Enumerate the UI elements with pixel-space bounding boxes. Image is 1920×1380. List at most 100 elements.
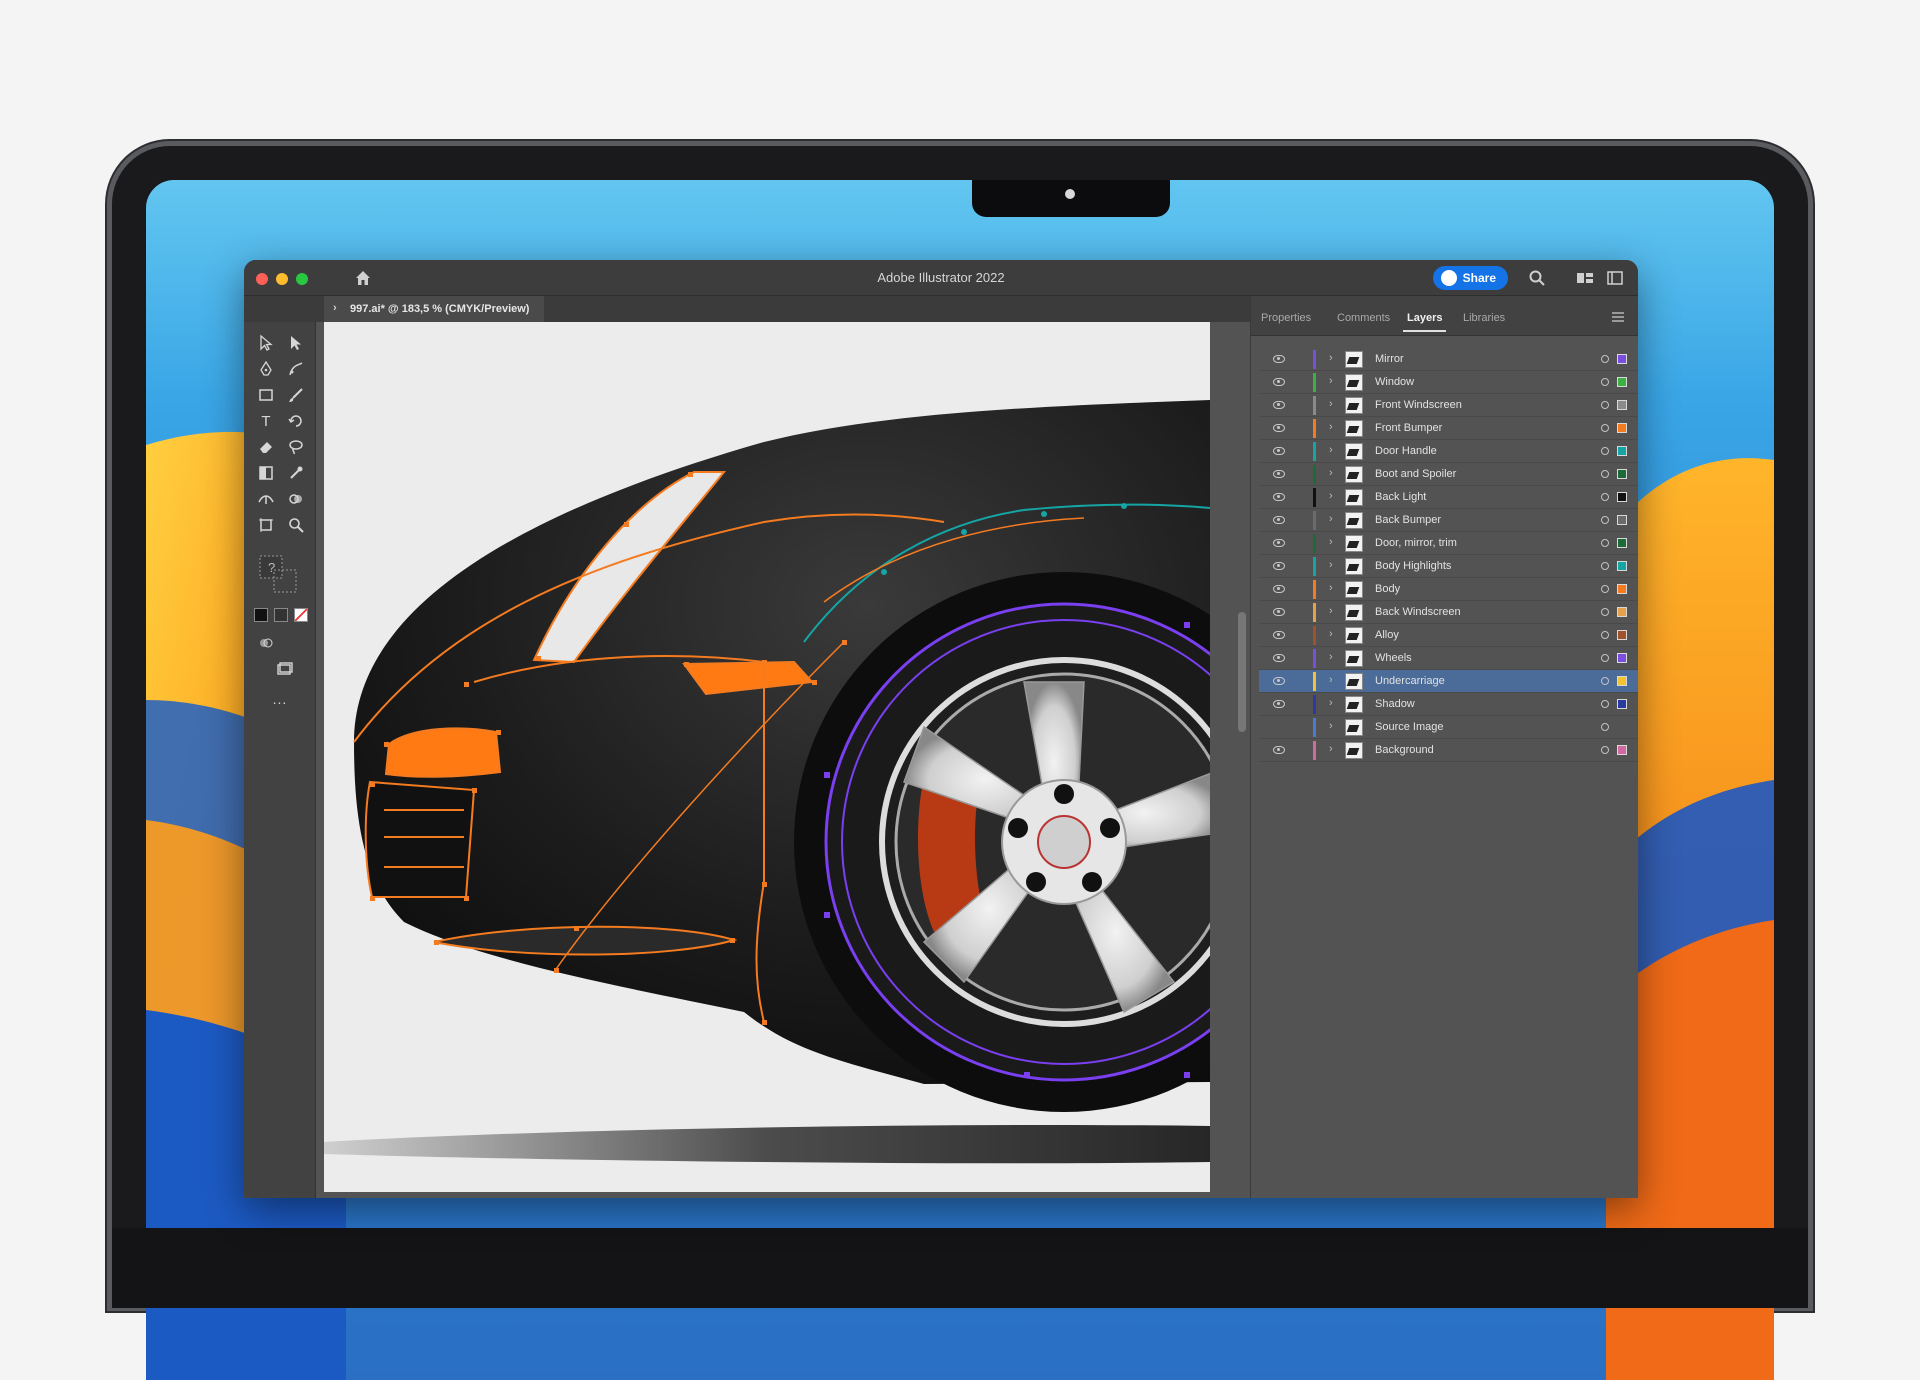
curvature-tool-icon[interactable] [284, 358, 308, 380]
tab-properties[interactable]: Properties [1261, 312, 1311, 324]
visibility-eye-icon[interactable] [1273, 447, 1285, 455]
expand-chevron-icon[interactable]: › [1329, 605, 1333, 617]
car-illustration[interactable] [324, 322, 1210, 1192]
layer-target-icon[interactable] [1601, 654, 1609, 662]
draw-mode-icon[interactable] [254, 632, 278, 654]
expand-chevron-icon[interactable]: › [1329, 674, 1333, 686]
expand-chevron-icon[interactable]: › [1329, 628, 1333, 640]
expand-chevron-icon[interactable]: › [1329, 720, 1333, 732]
layer-selection-swatch[interactable] [1617, 561, 1627, 571]
layer-target-icon[interactable] [1601, 539, 1609, 547]
expand-chevron-icon[interactable]: › [1329, 444, 1333, 456]
layer-target-icon[interactable] [1601, 677, 1609, 685]
layer-selection-swatch[interactable] [1617, 630, 1627, 640]
arrange-documents-icon[interactable] [1576, 269, 1594, 287]
layer-target-icon[interactable] [1601, 723, 1609, 731]
layer-row[interactable]: › Body [1259, 578, 1638, 601]
layer-selection-swatch[interactable] [1617, 354, 1627, 364]
color-mode-swatch[interactable] [254, 608, 268, 622]
fill-stroke-icon[interactable]: ? [256, 552, 300, 596]
layer-row[interactable]: › Alloy [1259, 624, 1638, 647]
layer-name[interactable]: Shadow [1375, 698, 1415, 710]
layer-name[interactable]: Wheels [1375, 652, 1412, 664]
shape-builder-tool-icon[interactable] [284, 488, 308, 510]
layer-selection-swatch[interactable] [1617, 492, 1627, 502]
layer-row[interactable]: › Wheels [1259, 647, 1638, 670]
layer-selection-swatch[interactable] [1617, 653, 1627, 663]
layer-name[interactable]: Front Bumper [1375, 422, 1442, 434]
tab-libraries[interactable]: Libraries [1463, 312, 1505, 324]
layer-selection-swatch[interactable] [1617, 699, 1627, 709]
layer-row[interactable]: › Back Windscreen [1259, 601, 1638, 624]
layer-target-icon[interactable] [1601, 493, 1609, 501]
expand-chevron-icon[interactable]: › [1329, 467, 1333, 479]
layer-row[interactable]: › Shadow [1259, 693, 1638, 716]
layer-name[interactable]: Source Image [1375, 721, 1443, 733]
layer-target-icon[interactable] [1601, 700, 1609, 708]
artboard[interactable] [324, 322, 1210, 1192]
none-mode-swatch[interactable] [294, 608, 308, 622]
expand-chevron-icon[interactable]: › [1329, 651, 1333, 663]
layer-target-icon[interactable] [1601, 355, 1609, 363]
visibility-eye-icon[interactable] [1273, 631, 1285, 639]
eraser-tool-icon[interactable] [254, 436, 278, 458]
layer-row[interactable]: › Background [1259, 739, 1638, 762]
layer-selection-swatch[interactable] [1617, 515, 1627, 525]
layer-target-icon[interactable] [1601, 562, 1609, 570]
edit-toolbar-icon[interactable]: ... [268, 688, 292, 710]
tab-comments[interactable]: Comments [1337, 312, 1390, 324]
layer-name[interactable]: Front Windscreen [1375, 399, 1462, 411]
expand-chevron-icon[interactable]: › [1329, 490, 1333, 502]
panel-menu-icon[interactable] [1612, 312, 1624, 322]
layer-target-icon[interactable] [1601, 585, 1609, 593]
layer-selection-swatch[interactable] [1617, 538, 1627, 548]
visibility-eye-icon[interactable] [1273, 493, 1285, 501]
layer-name[interactable]: Window [1375, 376, 1414, 388]
layer-name[interactable]: Door, mirror, trim [1375, 537, 1457, 549]
expand-chevron-icon[interactable]: › [1329, 697, 1333, 709]
layer-row[interactable]: › Source Image [1259, 716, 1638, 739]
expand-chevron-icon[interactable]: › [1329, 582, 1333, 594]
expand-chevron-icon[interactable]: › [1329, 743, 1333, 755]
layer-name[interactable]: Alloy [1375, 629, 1399, 641]
layer-name[interactable]: Body [1375, 583, 1400, 595]
layer-name[interactable]: Back Windscreen [1375, 606, 1461, 618]
visibility-eye-icon[interactable] [1273, 700, 1285, 708]
layer-selection-swatch[interactable] [1617, 584, 1627, 594]
lasso-tool-icon[interactable] [284, 436, 308, 458]
layer-name[interactable]: Mirror [1375, 353, 1404, 365]
layer-row[interactable]: › Front Bumper [1259, 417, 1638, 440]
search-icon[interactable] [1528, 269, 1546, 287]
layer-selection-swatch[interactable] [1617, 400, 1627, 410]
visibility-eye-icon[interactable] [1273, 654, 1285, 662]
layer-selection-swatch[interactable] [1617, 676, 1627, 686]
visibility-eye-icon[interactable] [1273, 539, 1285, 547]
layer-row[interactable]: › Door Handle [1259, 440, 1638, 463]
layer-name[interactable]: Back Light [1375, 491, 1426, 503]
type-tool-icon[interactable]: T [254, 410, 278, 432]
layer-target-icon[interactable] [1601, 608, 1609, 616]
visibility-eye-icon[interactable] [1273, 585, 1285, 593]
rotate-tool-icon[interactable] [284, 410, 308, 432]
canvas-area[interactable] [316, 322, 1250, 1198]
layer-target-icon[interactable] [1601, 746, 1609, 754]
layer-name[interactable]: Undercarriage [1375, 675, 1445, 687]
expand-chevron-icon[interactable]: › [1329, 398, 1333, 410]
layer-row[interactable]: › Back Bumper [1259, 509, 1638, 532]
layer-name[interactable]: Body Highlights [1375, 560, 1451, 572]
layer-target-icon[interactable] [1601, 401, 1609, 409]
rectangle-tool-icon[interactable] [254, 384, 278, 406]
visibility-eye-icon[interactable] [1273, 746, 1285, 754]
workspace-switcher-icon[interactable] [1606, 269, 1624, 287]
screen-mode-icon[interactable] [272, 658, 296, 680]
layer-row[interactable]: › Undercarriage [1259, 670, 1638, 693]
layer-row[interactable]: › Door, mirror, trim [1259, 532, 1638, 555]
layer-row[interactable]: › Back Light [1259, 486, 1638, 509]
expand-chevron-icon[interactable]: › [1329, 536, 1333, 548]
tab-layers[interactable]: Layers [1402, 312, 1448, 332]
layer-target-icon[interactable] [1601, 631, 1609, 639]
layer-row[interactable]: › Front Windscreen [1259, 394, 1638, 417]
zoom-tool-icon[interactable] [284, 514, 308, 536]
visibility-eye-icon[interactable] [1273, 470, 1285, 478]
layer-target-icon[interactable] [1601, 447, 1609, 455]
